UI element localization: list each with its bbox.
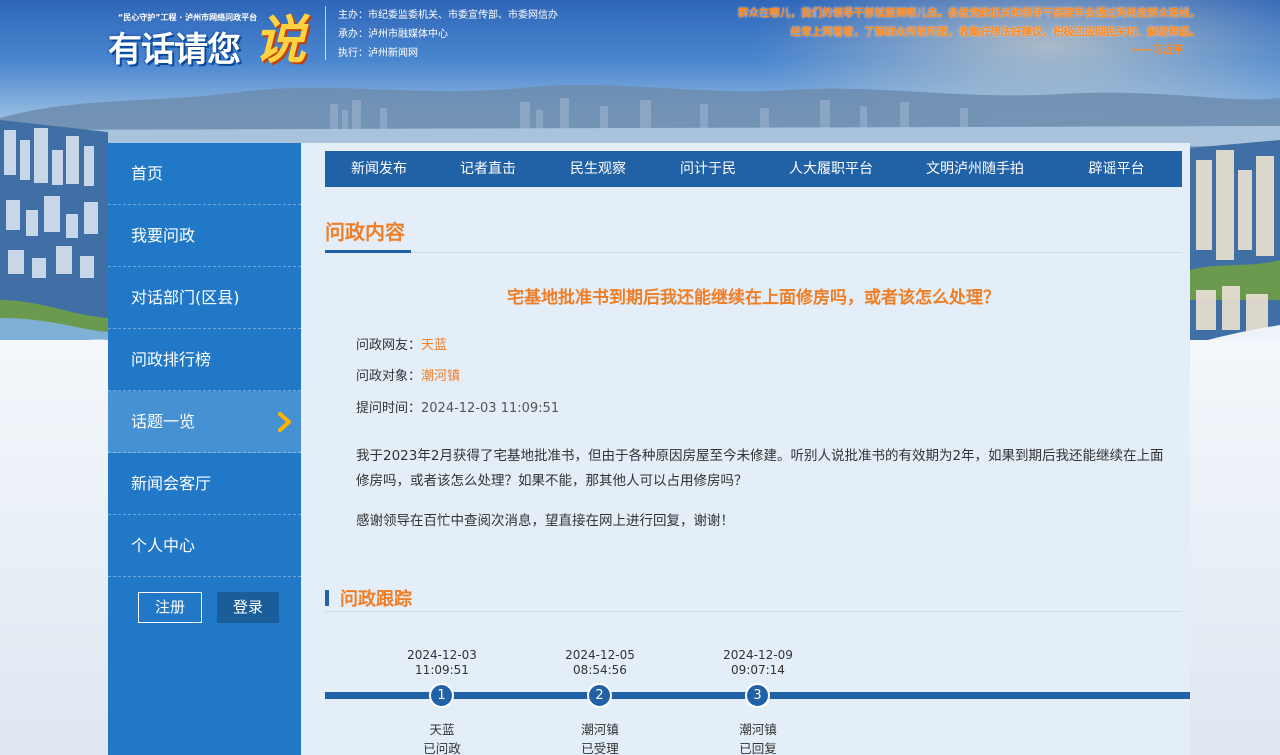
section-underline [325, 250, 411, 253]
time-row: 提问时间：2024-12-03 11:09:51 [356, 397, 559, 416]
timeline-date-time: 09:07:14 [731, 663, 785, 677]
chevron-right-icon [278, 412, 291, 432]
main-content: 新闻发布 记者直击 民生观察 问计于民 人大履职平台 文明泸州随手拍 辟谣平台 … [301, 143, 1190, 755]
sponsor-line: 执行：泸州新闻网 [338, 48, 418, 59]
section-divider [325, 611, 1182, 612]
header-divider [325, 6, 326, 60]
sidebar-item-news-lounge[interactable]: 新闻会客厅 [108, 453, 301, 515]
timeline-actor: 天蓝 已问政 [397, 720, 487, 755]
quote-author: ——习近平 [1131, 44, 1185, 56]
tab-reporter-live[interactable]: 记者直击 [433, 151, 543, 187]
sponsor-info: 主办：市纪委监委机关、市委宣传部、市委网信办 承办：泸州市融媒体中心 执行：泸州… [338, 6, 558, 63]
timeline-status: 已回复 [739, 741, 777, 755]
sidebar-item-label: 话题一览 [131, 412, 196, 431]
asker-name: 天蓝 [421, 338, 448, 353]
site-logo[interactable]: “民心守护”工程 · 泸州市网络问政平台 有话请您 说 [108, 4, 318, 71]
question-body: 我于2023年2月获得了宅基地批准书，但由于各种原因房屋至今未修建。听别人说批准… [356, 448, 1164, 489]
sidebar-item-topics[interactable]: 话题一览 [108, 391, 301, 453]
top-nav: 新闻发布 记者直击 民生观察 问计于民 人大履职平台 文明泸州随手拍 辟谣平台 [325, 151, 1182, 187]
timeline-actor: 潮河镇 已回复 [713, 720, 803, 755]
sidebar-item-profile[interactable]: 个人中心 [108, 515, 301, 577]
timeline-actor: 潮河镇 已受理 [555, 720, 645, 755]
sidebar-item-ask[interactable]: 我要问政 [108, 205, 301, 267]
timeline-actor-name: 天蓝 [429, 722, 455, 737]
login-button[interactable]: 登录 [217, 592, 279, 623]
site-header: “民心守护”工程 · 泸州市网络问政平台 有话请您 说 主办：市纪委监委机关、市… [0, 0, 1280, 100]
sidebar-item-ranking[interactable]: 问政排行榜 [108, 329, 301, 391]
timeline-date: 2024-12-03 11:09:51 [397, 648, 487, 678]
sidebar-nav: 首页 我要问政 对话部门(区县) 问政排行榜 话题一览 新闻会客厅 个人中心 注… [108, 143, 301, 755]
register-button[interactable]: 注册 [138, 592, 202, 623]
question-title: 宅基地批准书到期后我还能继续在上面修房吗，或者该怎么处理？ [507, 288, 1000, 308]
timeline-date-time: 08:54:56 [573, 663, 627, 677]
tab-npc-platform[interactable]: 人大履职平台 [763, 151, 899, 187]
tab-civilized-snap[interactable]: 文明泸州随手拍 [899, 151, 1051, 187]
timeline-node: 1 [429, 683, 454, 708]
section-divider [325, 252, 1182, 253]
quote-line: 群众在哪儿，我们的领导干部就要到哪儿去。各级党政机关和领导干部要学会通过网络走群… [738, 7, 1200, 19]
timeline-node: 2 [587, 683, 612, 708]
asker-row: 问政网友：天蓝 [356, 334, 447, 353]
timeline-status: 已受理 [581, 741, 619, 755]
logo-title: 有话请您 [108, 30, 241, 70]
timeline-date-time: 11:09:51 [415, 663, 469, 677]
sponsor-line: 主办：市纪委监委机关、市委宣传部、市委网信办 [338, 10, 558, 21]
question-thanks: 感谢领导在百忙中查阅次消息，望直接在网上进行回复，谢谢！ [356, 513, 734, 529]
section-marker [325, 590, 329, 606]
sidebar-item-label: 个人中心 [131, 536, 196, 555]
logo-accent: 说 [254, 10, 307, 71]
timeline-date: 2024-12-09 09:07:14 [713, 648, 803, 678]
sidebar-item-label: 问政排行榜 [131, 350, 212, 369]
target-name[interactable]: 潮河镇 [421, 369, 460, 384]
timeline-actor-name: 潮河镇 [739, 722, 777, 737]
timeline-actor-name: 潮河镇 [581, 722, 619, 737]
sidebar-item-home[interactable]: 首页 [108, 143, 301, 205]
target-label: 问政对象： [356, 369, 422, 384]
leader-quote: 群众在哪儿，我们的领导干部就要到哪儿去。各级党政机关和领导干部要学会通过网络走群… [640, 4, 1200, 42]
time-label: 提问时间： [356, 401, 422, 416]
section-title-tracking: 问政跟踪 [340, 589, 412, 610]
sidebar-item-label: 新闻会客厅 [131, 474, 212, 493]
sidebar-item-label: 我要问政 [131, 226, 196, 245]
sponsor-line: 承办：泸州市融媒体中心 [338, 29, 448, 40]
timeline-date-day: 2024-12-09 [723, 648, 793, 662]
quote-line: 经常上网看看，了解群众所思所愿，收集好想法好建议，积极回应网民关切、解疑释惑。 [790, 26, 1201, 38]
asker-label: 问政网友： [356, 338, 422, 353]
tab-consult-people[interactable]: 问计于民 [653, 151, 763, 187]
section-title-content: 问政内容 [325, 220, 405, 244]
sidebar-item-label: 对话部门(区县) [131, 288, 240, 307]
tab-news-release[interactable]: 新闻发布 [325, 151, 433, 187]
tab-rumor-refute[interactable]: 辟谣平台 [1051, 151, 1182, 187]
sidebar-item-label: 首页 [131, 164, 164, 183]
timeline-date-day: 2024-12-03 [407, 648, 477, 662]
timeline-status: 已问政 [423, 741, 461, 755]
auth-actions: 注册 登录 [108, 592, 301, 632]
tab-livelihood[interactable]: 民生观察 [543, 151, 653, 187]
timeline-node: 3 [745, 683, 770, 708]
target-row: 问政对象：潮河镇 [356, 365, 460, 384]
timeline-date: 2024-12-05 08:54:56 [555, 648, 645, 678]
sidebar-item-departments[interactable]: 对话部门(区县) [108, 267, 301, 329]
timeline-date-day: 2024-12-05 [565, 648, 635, 662]
ask-time: 2024-12-03 11:09:51 [421, 401, 560, 416]
